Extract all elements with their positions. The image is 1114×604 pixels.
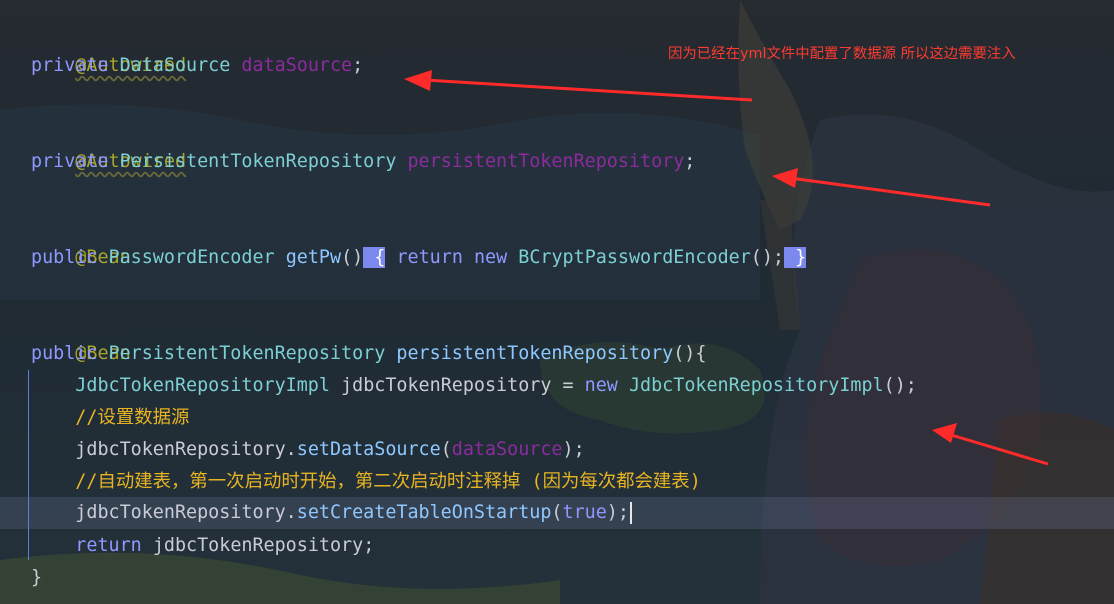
code-line-7[interactable]: @Bean <box>31 210 130 268</box>
punct-token: ( <box>440 439 452 460</box>
punct-token: . <box>285 439 297 460</box>
variable-token: jdbcTokenRepository <box>152 535 364 556</box>
keyword-token: new <box>473 247 508 268</box>
keyword-token: private <box>31 151 109 172</box>
code-line-13[interactable]: //设置数据源 <box>31 402 189 434</box>
field-token: dataSource <box>451 439 563 460</box>
type-token: DataSource <box>119 55 231 76</box>
type-token: PasswordEncoder <box>108 247 275 268</box>
type-token: PersistentTokenRepository <box>119 151 397 172</box>
keyword-token: new <box>584 375 618 396</box>
code-line-1[interactable]: @Autowired <box>31 18 186 76</box>
code-editor[interactable]: @Autowired private DataSource dataSource… <box>0 0 1114 604</box>
punct-token: ; <box>684 151 696 172</box>
punct-token: ); <box>606 502 629 523</box>
code-line-10[interactable]: @Bean <box>31 306 130 364</box>
punct-token: ; <box>352 55 364 76</box>
folded-brace-close[interactable]: } <box>784 247 807 268</box>
code-line-18[interactable]: } <box>31 562 42 594</box>
code-line-2[interactable]: private DataSource dataSource; <box>31 50 363 82</box>
type-token: BCryptPasswordEncoder <box>518 247 751 268</box>
keyword-token: private <box>31 55 109 76</box>
code-line-17[interactable]: return jdbcTokenRepository; <box>31 530 374 562</box>
variable-token: jdbcTokenRepository <box>75 439 286 460</box>
indent-guide <box>28 370 29 560</box>
punct-token: () <box>341 247 364 268</box>
code-line-11[interactable]: public PersistentTokenRepository persist… <box>31 338 706 370</box>
folded-brace-open[interactable]: { <box>363 247 386 268</box>
keyword-token: public <box>31 343 98 364</box>
code-line-12[interactable]: JdbcTokenRepositoryImpl jdbcTokenReposit… <box>31 370 917 402</box>
code-line-8[interactable]: public PasswordEncoder getPw() { return … <box>31 242 807 274</box>
comment-token: //自动建表，第一次启动时开始，第二次启动时注释掉 (因为每次都会建表) <box>75 471 701 492</box>
operator-token: = <box>562 375 574 396</box>
keyword-token: return <box>396 247 463 268</box>
field-token: persistentTokenRepository <box>407 151 685 172</box>
annotation-note: 因为已经在yml文件中配置了数据源 所以这边需要注入 <box>668 46 1016 62</box>
type-token: JdbcTokenRepositoryImpl <box>628 375 884 396</box>
method-token: setCreateTableOnStartup <box>296 502 552 523</box>
punct-token: (){ <box>673 343 707 364</box>
punct-token: ( <box>551 502 563 523</box>
keyword-token: return <box>75 535 142 556</box>
method-token: getPw <box>285 247 342 268</box>
punct-token: . <box>285 502 297 523</box>
punct-token: (); <box>750 247 784 268</box>
punct-token: ; <box>363 535 375 556</box>
method-token: persistentTokenRepository <box>396 343 674 364</box>
variable-token: jdbcTokenRepository <box>341 375 552 396</box>
comment-token: //设置数据源 <box>75 407 190 428</box>
code-line-14[interactable]: jdbcTokenRepository.setDataSource(dataSo… <box>31 434 585 466</box>
keyword-token: public <box>31 247 98 268</box>
type-token: JdbcTokenRepositoryImpl <box>75 375 330 396</box>
punct-token: } <box>31 567 43 588</box>
punct-token: (); <box>883 375 917 396</box>
punct-token: ); <box>562 439 585 460</box>
text-caret <box>629 502 632 524</box>
variable-token: jdbcTokenRepository <box>75 502 286 523</box>
method-token: setDataSource <box>296 439 441 460</box>
code-line-5[interactable]: private PersistentTokenRepository persis… <box>31 146 695 178</box>
keyword-token: true <box>562 502 607 523</box>
field-token: dataSource <box>241 55 353 76</box>
code-line-4[interactable]: @Autowired <box>31 114 186 172</box>
code-line-15[interactable]: //自动建表，第一次启动时开始，第二次启动时注释掉 (因为每次都会建表) <box>31 466 701 498</box>
type-token: PersistentTokenRepository <box>108 343 386 364</box>
code-line-16[interactable]: jdbcTokenRepository.setCreateTableOnStar… <box>31 497 632 529</box>
